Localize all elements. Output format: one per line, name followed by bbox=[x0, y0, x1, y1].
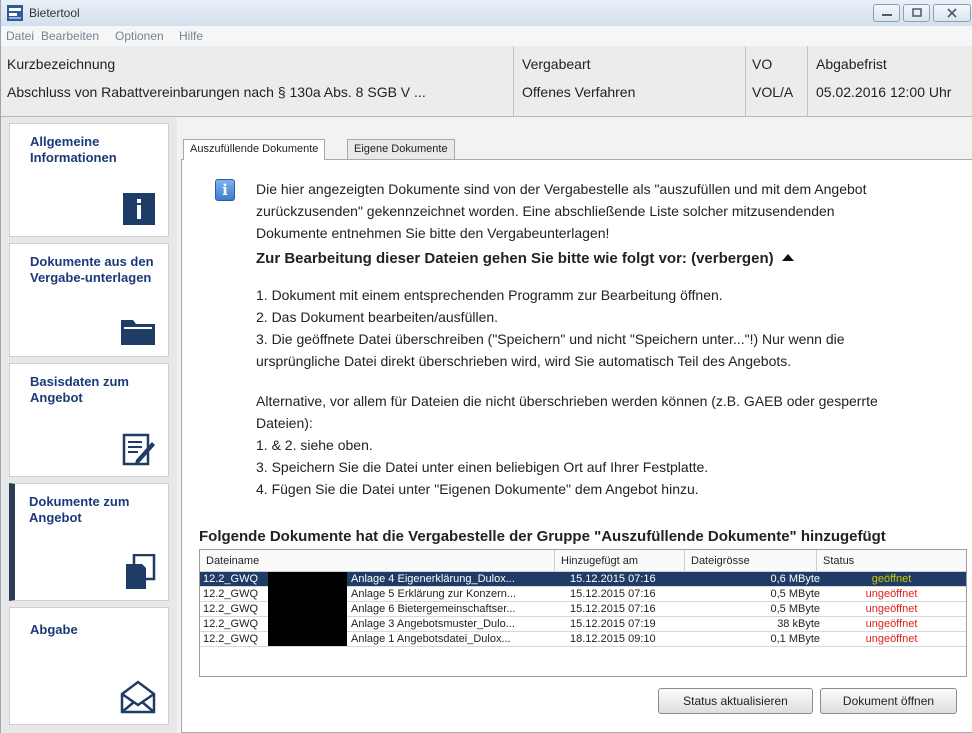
cell-date: 15.12.2015 07:19 bbox=[570, 618, 656, 630]
sidebar: Allgemeine Informationen Dokumente aus d… bbox=[1, 117, 178, 733]
window-title: Bietertool bbox=[29, 6, 80, 20]
cell-status: ungeöffnet bbox=[865, 618, 918, 630]
intro-line-3: Dokumente entnehmen Sie bitte den Vergab… bbox=[256, 225, 610, 241]
cell-filename-prefix: 12.2_GWQ bbox=[203, 633, 259, 645]
alternative-line-3: 1. & 2. siehe oben. bbox=[256, 437, 373, 453]
cell-filename-prefix: 12.2_GWQ bbox=[203, 588, 259, 600]
main-content: Auszufüllende Dokumente Eigene Dokumente… bbox=[177, 117, 972, 733]
menu-optionen[interactable]: Optionen bbox=[115, 29, 164, 43]
redaction-block bbox=[268, 572, 347, 646]
sidebar-item-allgemeine-informationen[interactable]: Allgemeine Informationen bbox=[9, 123, 169, 237]
sidebar-item-abgabe[interactable]: Abgabe bbox=[9, 607, 169, 725]
tab-auszufuellende-dokumente[interactable]: Auszufüllende Dokumente bbox=[183, 139, 326, 160]
cell-filename: Anlage 3 Angebotsmuster_Dulo... bbox=[351, 618, 515, 630]
intro-line-1: Die hier angezeigten Dokumente sind von … bbox=[256, 181, 867, 197]
vergabeart-label: Vergabeart bbox=[522, 56, 591, 72]
edit-document-icon bbox=[122, 432, 156, 466]
app-window: Bietertool Datei Bearbeiten Optionen Hil… bbox=[0, 0, 972, 733]
cell-status: ungeöffnet bbox=[865, 603, 918, 615]
close-icon bbox=[947, 8, 957, 18]
alternative-line-5: 4. Fügen Sie die Datei unter "Eigenen Do… bbox=[256, 481, 699, 497]
step-3a: 3. Die geöffnete Datei überschreiben ("S… bbox=[256, 331, 845, 347]
abgabefrist-value: 05.02.2016 12:00 Uhr bbox=[816, 84, 952, 100]
cell-size: 0,5 MByte bbox=[770, 588, 820, 600]
howto-heading-text[interactable]: Zur Bearbeitung dieser Dateien gehen Sie… bbox=[256, 250, 774, 267]
cell-size: 38 kByte bbox=[777, 618, 820, 630]
info-icon bbox=[122, 192, 156, 226]
step-3b: ursprüngliche Datei direkt überschrieben… bbox=[256, 353, 792, 369]
abgabefrist-cell: Abgabefrist 05.02.2016 12:00 Uhr bbox=[807, 46, 972, 116]
close-button[interactable] bbox=[933, 4, 971, 22]
cell-status: ungeöffnet bbox=[865, 633, 918, 645]
cell-filename: Anlage 1 Angebotsdatei_Dulox... bbox=[351, 633, 511, 645]
kurzbezeichnung-label: Kurzbezeichnung bbox=[7, 56, 116, 72]
menu-bar: Datei Bearbeiten Optionen Hilfe bbox=[1, 26, 972, 47]
cell-filename: Anlage 4 Eigenerklärung_Dulox... bbox=[351, 573, 515, 585]
sidebar-item-label: Dokumente zum Angebot bbox=[29, 494, 130, 525]
column-header-dateiname[interactable]: Dateiname bbox=[200, 550, 555, 572]
sidebar-item-dokumente-zum-angebot[interactable]: Dokumente zum Angebot bbox=[9, 483, 169, 601]
title-bar: Bietertool bbox=[1, 0, 972, 27]
cell-date: 15.12.2015 07:16 bbox=[570, 588, 656, 600]
vo-value: VOL/A bbox=[752, 84, 794, 100]
intro-line-2: zurückzusenden" gekennzeichnet worden. E… bbox=[256, 203, 835, 219]
collapse-arrow-icon[interactable] bbox=[781, 254, 794, 261]
sidebar-item-label: Dokumente aus den Vergabe-unterlagen bbox=[30, 254, 154, 285]
envelope-icon bbox=[120, 680, 156, 714]
cell-size: 0,1 MByte bbox=[770, 633, 820, 645]
cell-status: ungeöffnet bbox=[865, 588, 918, 600]
sidebar-item-dokumente-vergabeunterlagen[interactable]: Dokumente aus den Vergabe-unterlagen bbox=[9, 243, 169, 357]
alternative-line-1: Alternative, vor allem für Dateien die n… bbox=[256, 393, 878, 409]
cell-filename: Anlage 5 Erklärung zur Konzern... bbox=[351, 588, 517, 600]
sidebar-item-basisdaten[interactable]: Basisdaten zum Angebot bbox=[9, 363, 169, 477]
column-header-hinzugefuegt[interactable]: Hinzugefügt am bbox=[555, 550, 685, 572]
cell-date: 15.12.2015 07:16 bbox=[570, 573, 656, 585]
section-heading: Folgende Dokumente hat die Vergabestelle… bbox=[199, 528, 886, 545]
step-1: 1. Dokument mit einem entsprechenden Pro… bbox=[256, 287, 723, 303]
vo-cell: VO VOL/A bbox=[745, 46, 807, 116]
howto-heading[interactable]: Zur Bearbeitung dieser Dateien gehen Sie… bbox=[256, 250, 794, 267]
column-header-status[interactable]: Status bbox=[817, 550, 966, 572]
alternative-line-4: 3. Speichern Sie die Datei unter einen b… bbox=[256, 459, 709, 475]
folder-icon bbox=[120, 316, 156, 346]
open-document-button[interactable]: Dokument öffnen bbox=[820, 688, 957, 714]
cell-filename-prefix: 12.2_GWQ bbox=[203, 573, 259, 585]
vergabeart-value: Offenes Verfahren bbox=[522, 84, 636, 100]
refresh-status-button[interactable]: Status aktualisieren bbox=[658, 688, 813, 714]
minimize-button[interactable] bbox=[873, 4, 900, 22]
vergabeart-cell: Vergabeart Offenes Verfahren bbox=[513, 46, 745, 116]
kurzbezeichnung-value: Abschluss von Rabattvereinbarungen nach … bbox=[7, 84, 426, 100]
tender-info-header: Kurzbezeichnung Abschluss von Rabattvere… bbox=[1, 46, 972, 117]
menu-bearbeiten[interactable]: Bearbeiten bbox=[41, 29, 99, 43]
cell-filename-prefix: 12.2_GWQ bbox=[203, 618, 259, 630]
sidebar-item-label: Allgemeine Informationen bbox=[30, 134, 117, 165]
info-icon: i bbox=[215, 179, 235, 201]
menu-datei[interactable]: Datei bbox=[6, 29, 34, 43]
alternative-line-2: Dateien): bbox=[256, 415, 313, 431]
cell-date: 18.12.2015 09:10 bbox=[570, 633, 656, 645]
documents-icon bbox=[124, 554, 156, 590]
cell-filename: Anlage 6 Bietergemeinschaftser... bbox=[351, 603, 516, 615]
abgabefrist-label: Abgabefrist bbox=[816, 56, 887, 72]
cell-size: 0,5 MByte bbox=[770, 603, 820, 615]
sidebar-item-label: Basisdaten zum Angebot bbox=[30, 374, 129, 405]
app-logo-icon bbox=[7, 5, 23, 21]
vo-label: VO bbox=[752, 56, 773, 72]
documents-table[interactable]: Dateiname Hinzugefügt am Dateigrösse Sta… bbox=[199, 549, 967, 677]
sidebar-item-label: Abgabe bbox=[30, 622, 78, 637]
cell-filename-prefix: 12.2_GWQ bbox=[203, 603, 259, 615]
maximize-icon bbox=[911, 8, 922, 17]
minimize-icon bbox=[881, 14, 892, 16]
cell-date: 15.12.2015 07:16 bbox=[570, 603, 656, 615]
step-2: 2. Das Dokument bearbeiten/ausfüllen. bbox=[256, 309, 499, 325]
cell-size: 0,6 MByte bbox=[770, 573, 820, 585]
menu-hilfe[interactable]: Hilfe bbox=[179, 29, 203, 43]
maximize-button[interactable] bbox=[903, 4, 930, 22]
tab-eigene-dokumente[interactable]: Eigene Dokumente bbox=[347, 139, 455, 159]
kurzbezeichnung-cell: Kurzbezeichnung Abschluss von Rabattvere… bbox=[1, 46, 513, 116]
column-header-dateigroesse[interactable]: Dateigrösse bbox=[685, 550, 817, 572]
cell-status: geöffnet bbox=[871, 573, 912, 585]
